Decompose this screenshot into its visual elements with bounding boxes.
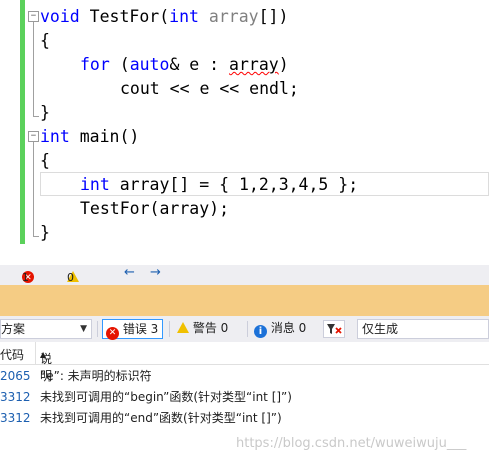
error-code-link[interactable]: 3312 xyxy=(0,387,31,407)
build-filter-dropdown[interactable]: 仅生成 xyxy=(357,319,489,339)
toolbar-separator xyxy=(169,321,170,337)
code-line-1: void TestFor(int array[]) xyxy=(40,7,289,26)
errors-filter-button[interactable]: ✕ 错误 3 xyxy=(102,319,164,340)
error-list-title-bar xyxy=(0,285,489,316)
fold-toggle-main[interactable]: − xyxy=(28,131,39,142)
error-squiggle: array xyxy=(229,55,279,74)
chevron-down-icon: ▼ xyxy=(80,324,87,334)
editor-status-strip: ✕ 1 0 ← → xyxy=(0,265,489,285)
error-list-header: 代码 说明 ▲ xyxy=(0,342,489,383)
warnings-filter-button[interactable]: 警告 0 xyxy=(174,319,232,339)
info-icon: i xyxy=(254,325,267,338)
code-line-2: { xyxy=(40,31,50,50)
code-line-3: for (auto& e : array) xyxy=(80,55,289,74)
warning-icon xyxy=(177,322,189,333)
code-line-5: } xyxy=(40,103,50,122)
table-row[interactable]: 3312 未找到可调用的“end”函数(针对类型“int []”) xyxy=(0,408,489,428)
code-line-8: int array[] = { 1,2,3,4,5 }; xyxy=(80,175,359,194)
fold-guide-end xyxy=(33,236,39,237)
arrow-right-icon[interactable]: → xyxy=(150,266,161,280)
column-divider xyxy=(35,342,36,364)
code-line-9: TestFor(array); xyxy=(80,199,230,218)
arrow-left-icon[interactable]: ← xyxy=(124,266,135,280)
clear-filter-button[interactable] xyxy=(323,320,345,338)
table-row[interactable]: 3312 未找到可调用的“begin”函数(针对类型“int []”) xyxy=(0,387,489,407)
fold-guide-end xyxy=(33,116,39,117)
fold-guide xyxy=(33,22,34,116)
filter-clear-icon xyxy=(327,324,342,334)
error-code-link[interactable]: 3312 xyxy=(0,408,31,428)
table-row[interactable]: 2065 “e”: 未声明的标识符 xyxy=(0,366,489,386)
toolbar-separator xyxy=(97,321,98,337)
code-line-6: int main() xyxy=(40,127,140,146)
code-editor[interactable]: − − void TestFor(int array[]) { for (aut… xyxy=(0,0,489,265)
error-code-link[interactable]: 2065 xyxy=(0,366,31,386)
error-icon: ✕ xyxy=(106,327,119,340)
column-header-code[interactable]: 代码 xyxy=(0,346,24,363)
scope-dropdown[interactable]: 方案 ▼ xyxy=(0,319,92,339)
sort-ascending-icon: ▲ xyxy=(40,350,47,359)
code-line-7: { xyxy=(40,151,50,170)
fold-guide xyxy=(33,142,34,236)
code-line-4: cout << e << endl; xyxy=(120,79,299,98)
error-description: “e”: 未声明的标识符 xyxy=(40,369,152,383)
error-list-toolbar: 方案 ▼ ✕ 错误 3 警告 0 i 消息 0 仅生成 xyxy=(0,316,489,343)
messages-filter-button[interactable]: i 消息 0 xyxy=(251,319,310,339)
watermark: https://blog.csdn.net/wuweiwuju___ xyxy=(236,436,467,451)
error-description: 未找到可调用的“begin”函数(针对类型“int []”) xyxy=(40,390,292,404)
toolbar-separator xyxy=(247,321,248,337)
changed-lines-margin xyxy=(20,0,25,244)
error-description: 未找到可调用的“end”函数(针对类型“int []”) xyxy=(40,411,282,425)
fold-toggle-testfor[interactable]: − xyxy=(28,11,39,22)
code-line-10: } xyxy=(40,223,50,242)
